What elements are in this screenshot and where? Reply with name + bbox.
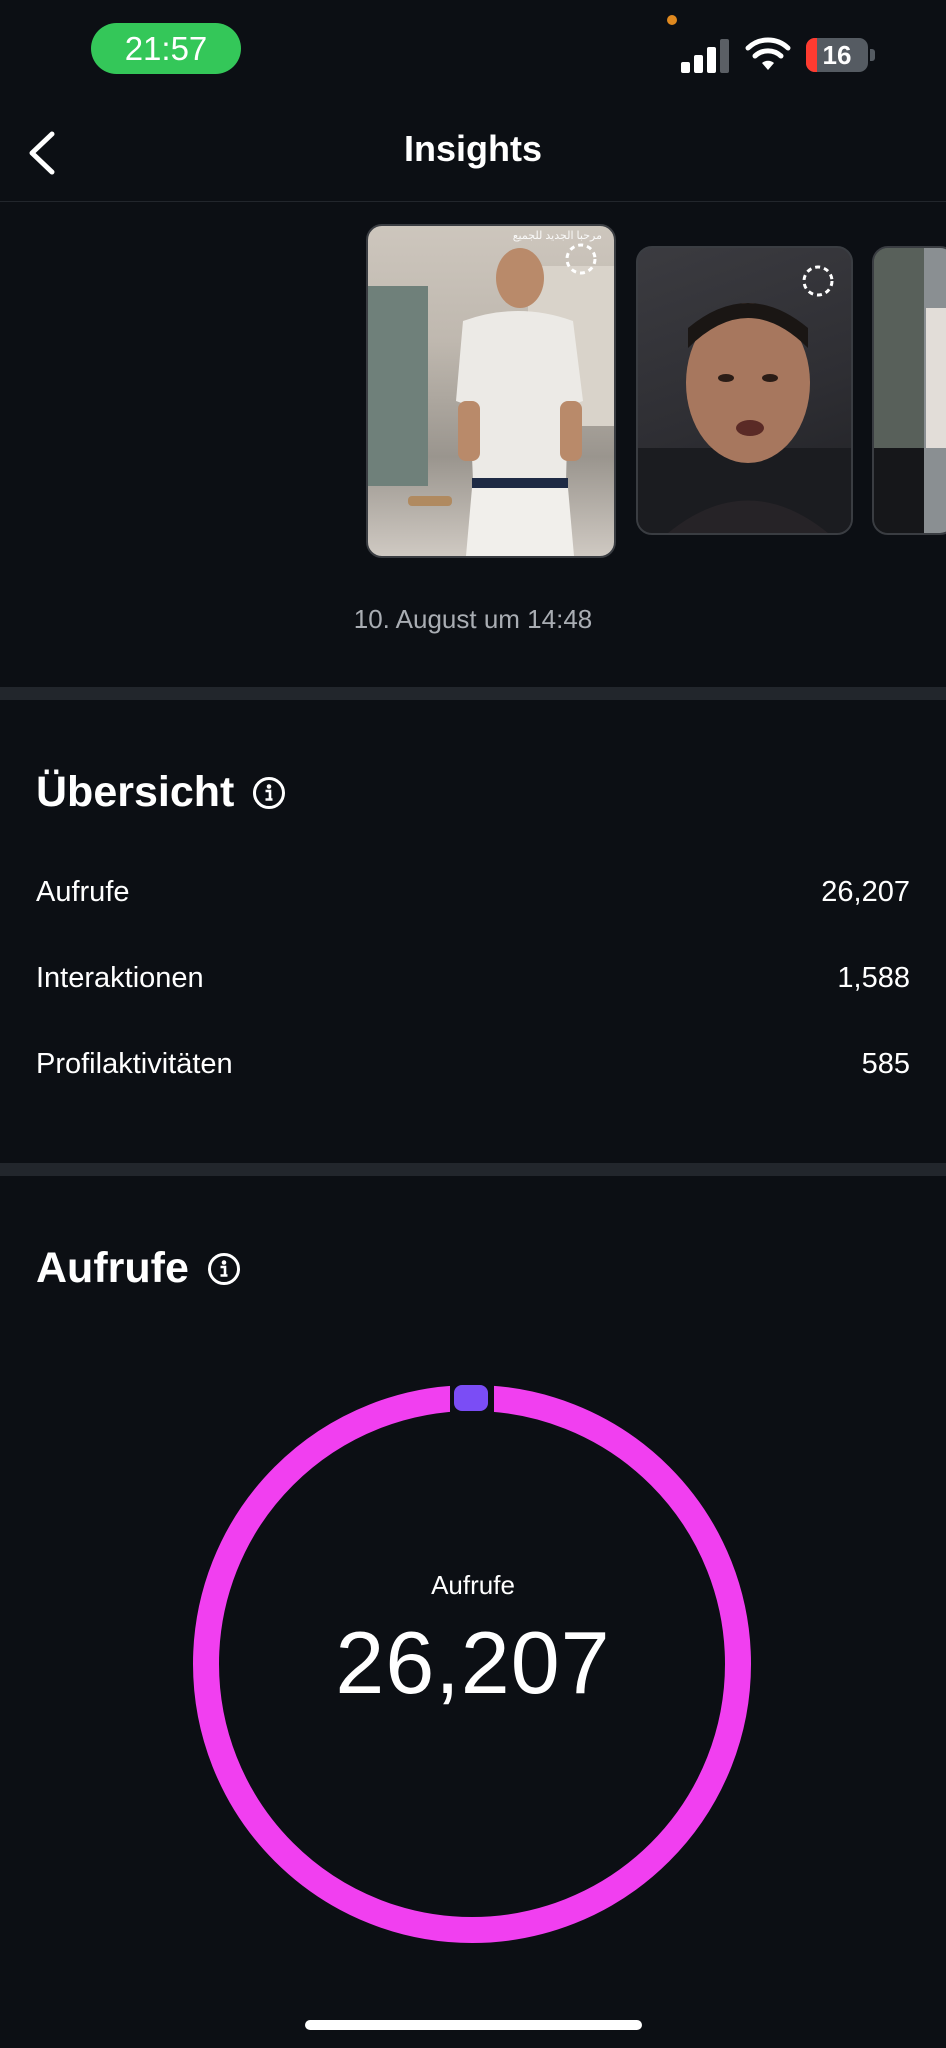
status-time: 21:57 [91,23,241,74]
wifi-icon [745,37,791,70]
loading-spinner-icon [565,243,597,275]
battery-icon: 16 [806,38,868,72]
row-value: 26,207 [821,876,910,908]
overview-row-profilaktivitaeten: Profilaktivitäten 585 [36,1048,910,1081]
home-indicator[interactable] [305,2020,642,2030]
section-divider [0,1163,946,1176]
privacy-indicator-dot [667,15,677,25]
header-divider [0,201,946,202]
row-label: Aufrufe [36,876,130,908]
views-section-header: Aufrufe [36,1244,241,1293]
info-icon[interactable] [252,776,286,810]
donut-total-value: 26,207 [335,1613,611,1712]
info-icon[interactable] [207,1252,241,1286]
row-label: Interaktionen [36,962,204,994]
battery-nub [870,49,875,61]
overview-section-header: Übersicht [36,768,286,817]
page-title: Insights [403,128,542,169]
story-thumbnail[interactable] [872,246,946,535]
story-date: 10. August um 14:48 [353,604,593,634]
overview-row-interaktionen: Interaktionen 1,588 [36,962,910,995]
story-thumbnail[interactable] [636,246,853,535]
row-value: 585 [861,1048,910,1080]
cellular-signal-icon [681,39,729,73]
donut-segment-marker [454,1385,488,1411]
overview-row-aufrufe: Aufrufe 26,207 [36,876,910,909]
views-title: Aufrufe [36,1244,189,1292]
donut-label: Aufrufe [431,1570,515,1600]
battery-level: 16 [822,39,852,70]
row-value: 1,588 [837,962,910,994]
row-label: Profilaktivitäten [36,1048,233,1080]
loading-spinner-icon [802,265,834,297]
overview-title: Übersicht [36,768,235,816]
gym-scene-image [874,248,946,533]
story-thumbnail-selected[interactable]: مرحبا الجديد للجميع [366,224,616,558]
section-divider [0,687,946,700]
